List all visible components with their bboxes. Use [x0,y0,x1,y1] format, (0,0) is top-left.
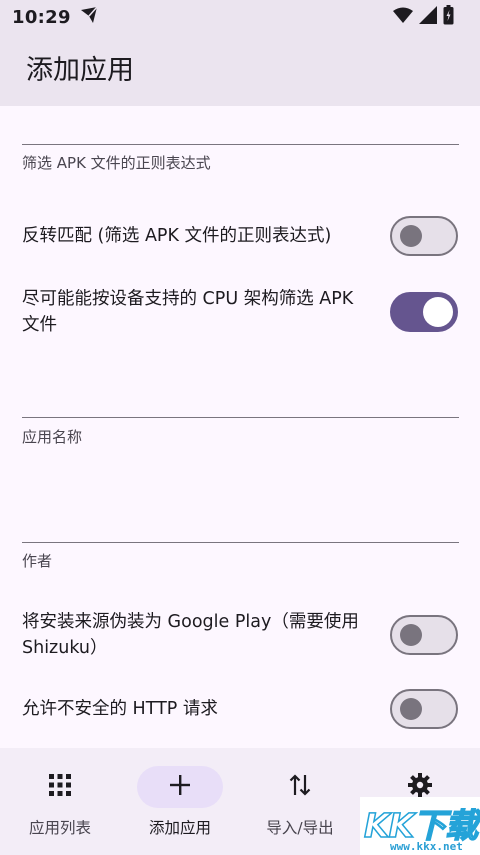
apps-grid-icon [49,774,71,800]
nav-label-add-app: 添加应用 [148,819,211,837]
fake-google-play-label: 将安装来源伪装为 Google Play（需要使用 Shizuku） [22,612,359,658]
status-bar: 10:29 [0,0,480,34]
cpu-filter-label: 尽可能能按设备支持的 CPU 架构筛选 APK 文件 [22,289,354,335]
nav-item-import-export[interactable]: 导入/导出 [240,748,360,855]
cpu-filter-row: 尽可能能按设备支持的 CPU 架构筛选 APK 文件 [22,286,458,338]
switch-knob [400,224,422,247]
author-underline [22,542,459,543]
wifi-icon [393,7,413,27]
app-name-label: 应用名称 [22,428,83,446]
page-title: 添加应用 [26,55,134,86]
author-field[interactable]: 作者 [0,480,480,580]
switch-knob [422,296,453,327]
fake-google-play-switch[interactable] [390,615,458,655]
nav-item-app-list[interactable]: 应用列表 [0,748,120,855]
invert-filter-row: 反转匹配 (筛选 APK 文件的正则表达式) [22,216,458,256]
app-name-field[interactable]: 应用名称 [0,360,480,460]
apk-filter-underline [22,144,459,145]
switch-knob [400,697,422,720]
signal-icon [419,6,437,28]
allow-http-label: 允许不安全的 HTTP 请求 [22,699,218,719]
cpu-filter-switch[interactable] [390,292,458,332]
author-label: 作者 [22,552,53,570]
battery-icon [443,5,454,29]
import-export-icon [289,773,311,801]
status-time: 10:29 [12,6,71,28]
apk-filter-label: 筛选 APK 文件的正则表达式 [22,154,211,172]
apk-filter-field[interactable]: 筛选 APK 文件的正则表达式 [0,106,480,176]
app-name-underline [22,417,459,418]
nav-pill-active [137,766,223,808]
top-app-bar: 10:29 添加应用 [0,0,480,106]
switch-knob [400,623,422,646]
notification-icon [79,6,99,28]
invert-filter-label: 反转匹配 (筛选 APK 文件的正则表达式) [22,226,332,246]
allow-http-switch[interactable] [390,689,458,729]
invert-filter-switch[interactable] [390,216,458,256]
allow-http-row: 允许不安全的 HTTP 请求 [22,689,458,729]
nav-pill [257,766,343,808]
fake-google-play-row: 将安装来源伪装为 Google Play（需要使用 Shizuku） [22,609,458,661]
nav-label-app-list: 应用列表 [28,819,91,837]
add-icon [170,775,190,799]
nav-pill [17,766,103,808]
watermark-url: www.kkx.net [390,840,463,853]
nav-item-add-app[interactable]: 添加应用 [120,748,240,855]
nav-label-import-export: 导入/导出 [266,819,334,837]
watermark-logo: KK下载 www.kkx.net [360,797,480,855]
